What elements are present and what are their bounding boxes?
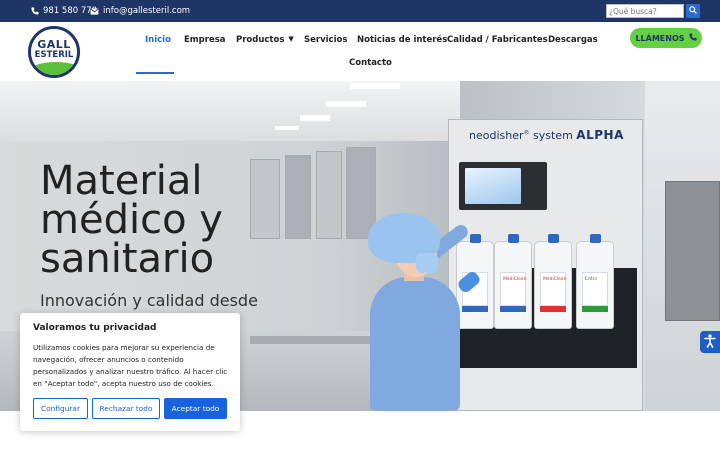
bottle-label-text: MediClean	[503, 277, 527, 282]
bottle-band	[462, 306, 488, 312]
bottle-label: MediClean	[540, 272, 567, 306]
top-bar: 981 580 770 info@gallesteril.com	[0, 0, 720, 22]
background-cabinet	[285, 155, 311, 239]
phone-icon	[30, 7, 39, 16]
search-button[interactable]	[686, 4, 700, 18]
logo-swoosh	[31, 62, 77, 75]
bottle-band	[500, 306, 526, 312]
logo-text-esteril: ESTERIL	[34, 50, 74, 60]
ceiling-light	[300, 115, 330, 121]
nurse-mask	[416, 253, 438, 273]
cookie-accept-button[interactable]: Aceptar todo	[164, 398, 227, 419]
chemical-bottle: MediClean	[494, 234, 532, 329]
bottle-cap	[508, 234, 519, 243]
bottle-cap	[548, 234, 559, 243]
hero-title-line: médico y	[40, 197, 223, 243]
nav-item-descargas[interactable]: Descargas	[548, 35, 598, 45]
bottle-band	[540, 306, 566, 312]
ceiling-light	[275, 126, 299, 130]
bottle-label: Entro	[582, 272, 608, 306]
chemical-bottle: MediClean	[534, 234, 572, 329]
ceiling-light	[326, 101, 366, 107]
nav-item-noticias[interactable]: Noticias de interés	[357, 35, 447, 45]
accessibility-button[interactable]	[700, 331, 720, 353]
nav-item-calidad[interactable]: Calidad / Fabricantes	[447, 35, 548, 45]
accessibility-icon	[704, 333, 716, 352]
chevron-down-icon: ▼	[288, 35, 294, 43]
chemical-bottle: Entro	[576, 234, 614, 329]
nav-item-inicio[interactable]: Inicio	[145, 35, 171, 45]
email-address: info@gallesteril.com	[103, 6, 191, 16]
bottle-cap	[590, 234, 601, 243]
ceiling-light	[350, 83, 400, 89]
bottle-label-text: MediClean	[543, 277, 567, 282]
hero-ceiling	[0, 81, 460, 141]
nav-item-productos[interactable]: Productos ▼	[236, 35, 294, 45]
cookie-text: Utilizamos cookies para mejorar su exper…	[33, 343, 228, 388]
phone-contact[interactable]: 981 580 770	[30, 0, 97, 22]
search-input[interactable]	[606, 4, 684, 18]
machine-brand-name: neodisher	[469, 129, 524, 142]
nav-active-underline	[136, 72, 174, 74]
envelope-icon	[90, 7, 99, 16]
hero-side-room	[645, 81, 720, 411]
cookie-consent-banner: Valoramos tu privacidad Utilizamos cooki…	[20, 313, 240, 431]
nav-item-contacto[interactable]: Contacto	[349, 58, 392, 68]
email-contact[interactable]: info@gallesteril.com	[90, 0, 190, 22]
hero-title: Material médico y sanitario	[40, 158, 223, 282]
call-button-label: LLÁMENOS	[635, 33, 685, 43]
nav-item-empresa[interactable]: Empresa	[184, 35, 226, 45]
cookie-customize-button[interactable]: Configurar	[33, 398, 88, 419]
machine-model: ALPHA	[576, 128, 624, 142]
bottle-cap	[470, 234, 481, 243]
instrument-rack	[665, 181, 720, 321]
nurse-figure	[370, 277, 460, 411]
call-button[interactable]: LLÁMENOS	[630, 28, 702, 48]
site-header: GALL ESTERIL Inicio Empresa Productos ▼ S…	[0, 22, 720, 81]
hero-subtitle: Innovación y calidad desde	[40, 291, 258, 310]
background-cabinet	[250, 159, 280, 239]
hero-title-line: Material	[40, 158, 203, 204]
bottle-label-text: Entro	[585, 277, 597, 282]
nav-item-servicios[interactable]: Servicios	[304, 35, 347, 45]
phone-icon	[688, 33, 697, 43]
phone-number: 981 580 770	[43, 6, 98, 16]
search-icon	[689, 5, 697, 17]
machine-system-word: system	[533, 129, 573, 142]
background-cabinet	[316, 151, 342, 239]
bottle-band	[582, 306, 608, 312]
cookie-reject-button[interactable]: Rechazar todo	[92, 398, 160, 419]
nav-item-productos-label: Productos	[236, 35, 285, 45]
machine-brand: neodisher® system ALPHA	[469, 128, 624, 142]
machine-touchscreen	[465, 168, 521, 204]
site-logo[interactable]: GALL ESTERIL	[28, 26, 80, 78]
hero-title-line: sanitario	[40, 236, 215, 282]
cookie-title: Valoramos tu privacidad	[33, 323, 157, 333]
bottle-label: MediClean	[500, 272, 527, 306]
